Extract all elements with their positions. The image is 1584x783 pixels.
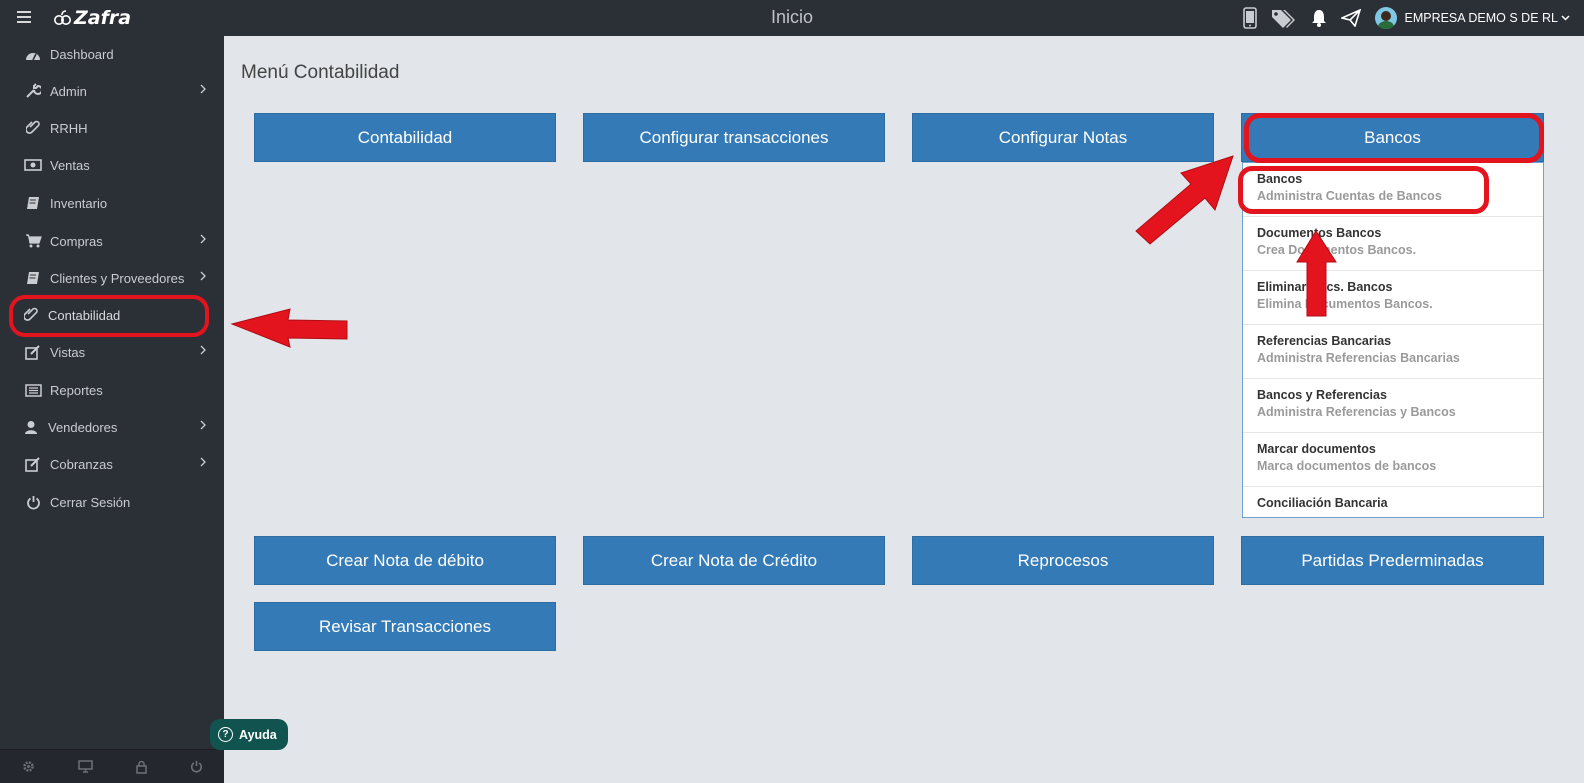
sidebar-item-clientes-proveedores[interactable]: Clientes y Proveedores (0, 260, 224, 296)
sidebar-item-ventas[interactable]: Ventas (0, 147, 224, 183)
phone-icon[interactable] (1243, 7, 1258, 29)
sidebar-item-label: Cobranzas (50, 456, 113, 472)
sidebar-item-reportes[interactable]: Reportes (0, 372, 224, 408)
tile-reprocesos[interactable]: Reprocesos (912, 536, 1214, 585)
sidebar-item-label: Cerrar Sesión (50, 494, 131, 510)
bancos-dropdown: Bancos Administra Cuentas de Bancos Docu… (1242, 162, 1544, 518)
sidebar-item-inventario[interactable]: Inventario (0, 185, 224, 221)
power-icon (24, 495, 42, 510)
menu-toggle-icon[interactable] (17, 11, 31, 23)
tile-configurar-notas[interactable]: Configurar Notas (912, 113, 1214, 162)
edit-icon (24, 456, 42, 472)
tile-partidas-prederminadas[interactable]: Partidas Prederminadas (1241, 536, 1544, 585)
sidebar-item-label: Dashboard (50, 46, 114, 62)
chevron-right-icon (200, 457, 206, 467)
sidebar-item-vistas[interactable]: Vistas (0, 334, 224, 370)
user-menu[interactable]: EMPRESA DEMO S DE RL (1375, 7, 1570, 29)
dropdown-item-desc: Elimina Documentos Bancos. (1257, 297, 1433, 311)
chevron-right-icon (200, 420, 206, 430)
sidebar-item-label: Clientes y Proveedores (50, 270, 185, 286)
tile-revisar-transacciones[interactable]: Revisar Transacciones (254, 602, 556, 651)
sidebar-item-label: Vistas (50, 344, 86, 360)
dropdown-item-documentos-bancos[interactable]: Documentos Bancos Crea Documentos Bancos… (1243, 217, 1543, 271)
sidebar: Dashboard Admin RRHH Ventas Inventario C… (0, 36, 224, 783)
sidebar-item-label: RRHH (50, 120, 88, 136)
question-icon: ? (218, 727, 233, 742)
arrow-up-right-icon (1135, 155, 1234, 245)
dropdown-item-title: Conciliación Bancaria (1257, 496, 1388, 510)
annotation-highlight-sidebar (9, 295, 209, 337)
help-label: Ayuda (239, 727, 277, 742)
bell-icon[interactable] (1311, 9, 1327, 27)
edit-icon (24, 344, 42, 360)
dashboard-icon (24, 48, 42, 61)
power-icon[interactable] (190, 760, 203, 773)
sidebar-item-label: Ventas (50, 157, 90, 173)
user-icon (22, 420, 40, 435)
wrench-icon (24, 83, 42, 99)
chevron-right-icon (200, 271, 206, 281)
paperclip-icon (24, 120, 42, 136)
sidebar-item-label: Inventario (50, 195, 108, 211)
gear-icon[interactable] (22, 760, 35, 773)
dropdown-item-desc: Marca documentos de bancos (1257, 459, 1437, 473)
dropdown-item-title: Eliminar Docs. Bancos (1257, 280, 1393, 294)
tile-crear-nota-credito[interactable]: Crear Nota de Crédito (583, 536, 885, 585)
top-bar: Zafra Inicio EMPRESA DEMO S DE RL (0, 0, 1584, 36)
chevron-down-icon (1561, 15, 1570, 21)
dropdown-item-referencias-bancarias[interactable]: Referencias Bancarias Administra Referen… (1243, 325, 1543, 379)
cart-icon (24, 234, 42, 248)
sidebar-item-vendedores[interactable]: Vendedores (0, 409, 224, 445)
dropdown-item-desc: Administra Referencias y Bancos (1257, 405, 1456, 419)
sidebar-item-label: Reportes (50, 382, 103, 398)
lock-icon[interactable] (135, 760, 147, 774)
dropdown-item-bancos-referencias[interactable]: Bancos y Referencias Administra Referenc… (1243, 379, 1543, 433)
tile-contabilidad[interactable]: Contabilidad (254, 113, 556, 162)
chevron-right-icon (200, 234, 206, 244)
book-icon (24, 196, 42, 211)
tags-icon[interactable] (1271, 8, 1297, 28)
sidebar-item-label: Compras (50, 233, 103, 249)
app-name: Zafra (74, 7, 132, 29)
avatar (1375, 7, 1398, 29)
money-icon (24, 159, 42, 171)
tile-crear-nota-debito[interactable]: Crear Nota de débito (254, 536, 556, 585)
book-icon (24, 271, 42, 286)
dropdown-item-conciliacion[interactable]: Conciliación Bancaria (1243, 487, 1543, 517)
help-button[interactable]: ? Ayuda (210, 719, 288, 750)
sidebar-item-admin[interactable]: Admin (0, 73, 224, 109)
chevron-right-icon (200, 345, 206, 355)
sidebar-item-label: Admin (50, 83, 87, 99)
page-heading: Menú Contabilidad (241, 62, 400, 83)
dropdown-item-title: Referencias Bancarias (1257, 334, 1392, 348)
chevron-right-icon (200, 84, 206, 94)
dropdown-item-desc: Crea Documentos Bancos. (1257, 243, 1417, 257)
monitor-icon[interactable] (77, 760, 93, 773)
list-icon (24, 383, 42, 397)
tile-configurar-transacciones[interactable]: Configurar transacciones (583, 113, 885, 162)
arrow-left-icon (230, 308, 348, 348)
dropdown-item-desc: Administra Referencias Bancarias (1257, 351, 1460, 365)
sidebar-item-cerrar-sesion[interactable]: Cerrar Sesión (0, 484, 224, 520)
dropdown-item-marcar-documentos[interactable]: Marcar documentos Marca documentos de ba… (1243, 433, 1543, 487)
app-logo[interactable]: Zafra (54, 7, 131, 29)
dropdown-item-title: Marcar documentos (1257, 442, 1376, 456)
sidebar-footer (0, 749, 224, 783)
annotation-highlight-bancos-item (1238, 166, 1489, 214)
sidebar-item-compras[interactable]: Compras (0, 223, 224, 259)
sidebar-item-rrhh[interactable]: RRHH (0, 110, 224, 146)
dropdown-item-eliminar-docs[interactable]: Eliminar Docs. Bancos Elimina Documentos… (1243, 271, 1543, 325)
sidebar-item-label: Vendedores (48, 419, 118, 435)
dropdown-item-title: Documentos Bancos (1257, 226, 1382, 240)
paper-plane-icon[interactable] (1341, 9, 1362, 27)
sidebar-item-dashboard[interactable]: Dashboard (0, 36, 224, 72)
dropdown-item-title: Bancos y Referencias (1257, 388, 1387, 402)
company-name: EMPRESA DEMO S DE RL (1404, 11, 1558, 25)
logo-mark-icon (54, 10, 71, 25)
sidebar-item-cobranzas[interactable]: Cobranzas (0, 446, 224, 482)
annotation-highlight-bancos-tile (1244, 113, 1544, 163)
